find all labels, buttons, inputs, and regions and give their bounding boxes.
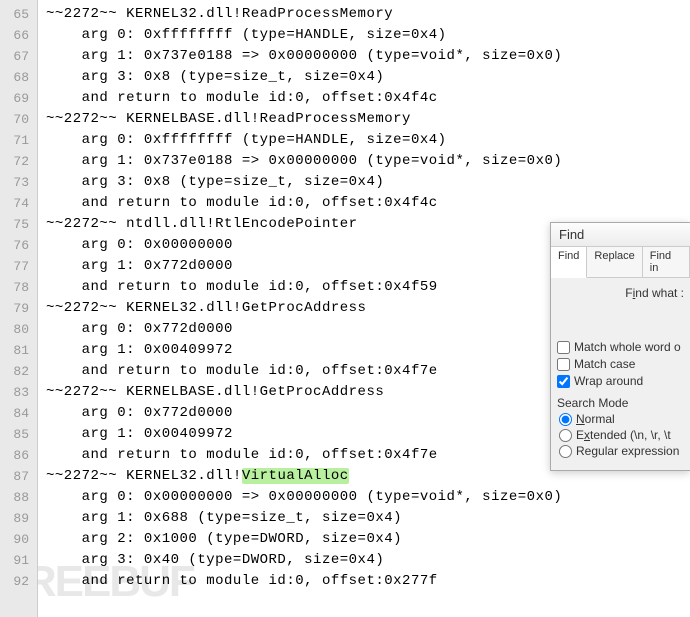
line-number: 82 <box>4 361 29 382</box>
code-line[interactable]: arg 0: 0x00000000 => 0x00000000 (type=vo… <box>46 487 690 508</box>
line-number: 90 <box>4 529 29 550</box>
search-mode-normal-radio[interactable]: Normal <box>559 412 684 426</box>
line-number: 70 <box>4 109 29 130</box>
line-number: 74 <box>4 193 29 214</box>
line-number: 77 <box>4 256 29 277</box>
line-number: 88 <box>4 487 29 508</box>
line-number: 87 <box>4 466 29 487</box>
line-number: 91 <box>4 550 29 571</box>
line-number: 81 <box>4 340 29 361</box>
line-number: 84 <box>4 403 29 424</box>
find-tab-find[interactable]: Find <box>551 247 587 278</box>
code-line[interactable]: and return to module id:0, offset:0x277f <box>46 571 690 592</box>
line-number: 78 <box>4 277 29 298</box>
search-mode-label: Search Mode <box>557 396 684 410</box>
code-line[interactable]: arg 1: 0x737e0188 => 0x00000000 (type=vo… <box>46 151 690 172</box>
wrap-around-checkbox[interactable]: Wrap around <box>557 374 684 388</box>
radio-icon[interactable] <box>559 429 572 442</box>
line-number: 75 <box>4 214 29 235</box>
checkbox-icon[interactable] <box>557 375 570 388</box>
line-number: 89 <box>4 508 29 529</box>
line-number: 68 <box>4 67 29 88</box>
line-number: 69 <box>4 88 29 109</box>
line-number: 73 <box>4 172 29 193</box>
line-number: 72 <box>4 151 29 172</box>
line-number-gutter: 6566676869707172737475767778798081828384… <box>0 0 38 617</box>
line-number: 67 <box>4 46 29 67</box>
code-line[interactable]: arg 2: 0x1000 (type=DWORD, size=0x4) <box>46 529 690 550</box>
code-line[interactable]: and return to module id:0, offset:0x4f4c <box>46 88 690 109</box>
radio-icon[interactable] <box>559 445 572 458</box>
line-number: 92 <box>4 571 29 592</box>
match-whole-word-checkbox[interactable]: Match whole word o <box>557 340 684 354</box>
line-number: 71 <box>4 130 29 151</box>
line-number: 65 <box>4 4 29 25</box>
checkbox-icon[interactable] <box>557 341 570 354</box>
code-line[interactable]: ~~2272~~ KERNEL32.dll!ReadProcessMemory <box>46 4 690 25</box>
line-number: 85 <box>4 424 29 445</box>
code-line[interactable]: arg 0: 0xffffffff (type=HANDLE, size=0x4… <box>46 130 690 151</box>
code-line[interactable]: and return to module id:0, offset:0x4f4c <box>46 193 690 214</box>
code-line[interactable]: arg 3: 0x8 (type=size_t, size=0x4) <box>46 172 690 193</box>
search-mode-extended-radio[interactable]: Extended (\n, \r, \t <box>559 428 684 442</box>
search-highlight: VirtualAlloc <box>242 468 349 484</box>
find-what-label: Find what : <box>557 286 684 300</box>
line-number: 66 <box>4 25 29 46</box>
code-line[interactable]: arg 3: 0x8 (type=size_t, size=0x4) <box>46 67 690 88</box>
radio-icon[interactable] <box>559 413 572 426</box>
code-line[interactable]: ~~2272~~ KERNELBASE.dll!ReadProcessMemor… <box>46 109 690 130</box>
code-line[interactable]: arg 3: 0x40 (type=DWORD, size=0x4) <box>46 550 690 571</box>
find-tabs: FindReplaceFind in <box>551 247 690 278</box>
line-number: 76 <box>4 235 29 256</box>
code-line[interactable]: arg 0: 0xffffffff (type=HANDLE, size=0x4… <box>46 25 690 46</box>
line-number: 83 <box>4 382 29 403</box>
find-tab-replace[interactable]: Replace <box>587 247 642 277</box>
code-line[interactable]: arg 1: 0x688 (type=size_t, size=0x4) <box>46 508 690 529</box>
search-mode-regex-radio[interactable]: Regular expression <box>559 444 684 458</box>
find-tab-find-in[interactable]: Find in <box>643 247 690 277</box>
line-number: 86 <box>4 445 29 466</box>
checkbox-icon[interactable] <box>557 358 570 371</box>
match-case-checkbox[interactable]: Match case <box>557 357 684 371</box>
find-body: Find what : Match whole word o Match cas… <box>551 278 690 470</box>
code-line[interactable]: arg 1: 0x737e0188 => 0x00000000 (type=vo… <box>46 46 690 67</box>
find-dialog-title: Find <box>551 223 690 247</box>
line-number: 79 <box>4 298 29 319</box>
line-number: 80 <box>4 319 29 340</box>
find-dialog: Find FindReplaceFind in Find what : Matc… <box>550 222 690 471</box>
